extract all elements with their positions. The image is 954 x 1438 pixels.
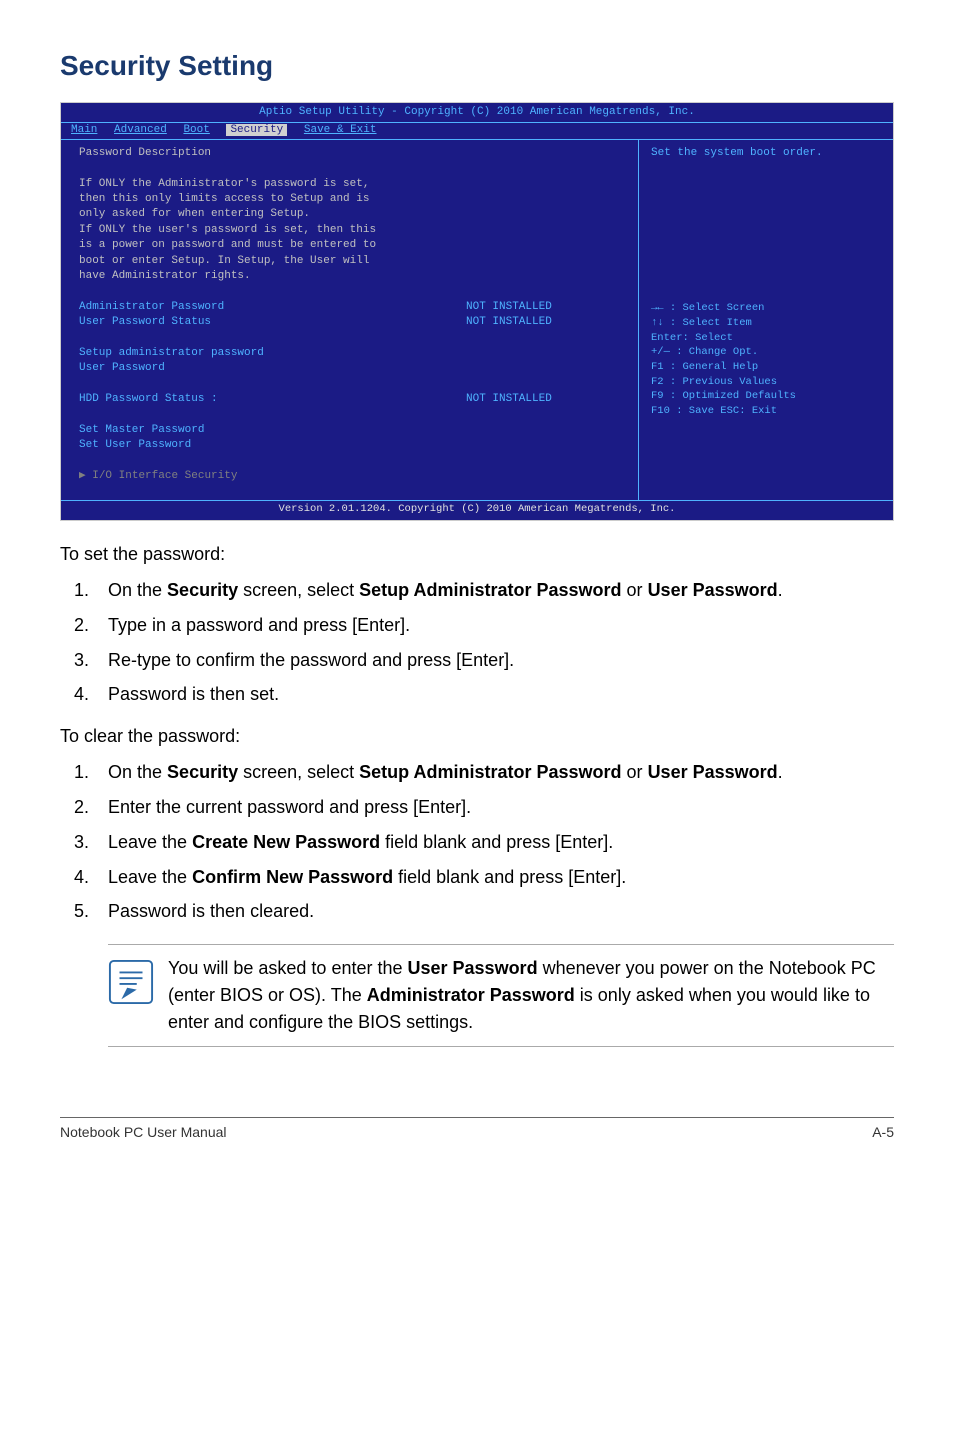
list-item: Enter the current password and press [En… (94, 793, 894, 822)
bios-help-line: F1 : General Help (651, 360, 881, 375)
bios-desc-line: If ONLY the Administrator's password is … (79, 177, 626, 192)
bios-tab-security: Security (226, 124, 287, 136)
bios-row-value: NOT INSTALLED (466, 300, 626, 315)
bios-help-top: Set the system boot order. (651, 146, 881, 161)
bios-row-user-pw: User Password Status NOT INSTALLED (79, 315, 626, 330)
bios-desc-header: Password Description (79, 146, 626, 161)
bios-desc-line: then this only limits access to Setup an… (79, 192, 626, 207)
bios-tab-save-exit: Save & Exit (304, 124, 377, 136)
list-item: Type in a password and press [Enter]. (94, 611, 894, 640)
bios-screenshot: Aptio Setup Utility - Copyright (C) 2010… (60, 102, 894, 521)
bios-row-value: NOT INSTALLED (466, 315, 626, 330)
bios-desc-line: If ONLY the user's password is set, then… (79, 223, 626, 238)
bios-row-admin-pw: Administrator Password NOT INSTALLED (79, 300, 626, 315)
note-box: You will be asked to enter the User Pass… (108, 944, 894, 1047)
bios-titlebar: Aptio Setup Utility - Copyright (C) 2010… (61, 103, 893, 123)
bios-sub-user-pw: User Password (79, 361, 626, 376)
set-pw-intro: To set the password: (60, 541, 894, 568)
bios-footer: Version 2.01.1204. Copyright (C) 2010 Am… (61, 500, 893, 520)
list-item: Leave the Confirm New Password field bla… (94, 863, 894, 892)
bios-help-line: F9 : Optimized Defaults (651, 389, 881, 404)
bios-desc-line: have Administrator rights. (79, 269, 626, 284)
bios-desc-line: only asked for when entering Setup. (79, 207, 626, 222)
bios-row-label: User Password Status (79, 315, 466, 330)
footer-right: A-5 (872, 1124, 894, 1140)
bios-row-value: NOT INSTALLED (466, 392, 626, 407)
list-item: On the Security screen, select Setup Adm… (94, 576, 894, 605)
list-item: Leave the Create New Password field blan… (94, 828, 894, 857)
bios-tab-main: Main (71, 124, 97, 136)
note-text: You will be asked to enter the User Pass… (168, 955, 894, 1036)
bios-help-keys: →← : Select Screen ↑↓ : Select Item Ente… (651, 301, 881, 419)
bios-submenu-io: I/O Interface Security (79, 469, 626, 484)
bios-row-label: HDD Password Status : (79, 392, 466, 407)
bios-set-master: Set Master Password (79, 423, 626, 438)
bios-row-label: Administrator Password (79, 300, 466, 315)
bios-right-pane: Set the system boot order. →← : Select S… (639, 140, 893, 501)
list-item: On the Security screen, select Setup Adm… (94, 758, 894, 787)
bios-help-line: +/— : Change Opt. (651, 345, 881, 360)
bios-help-line: F10 : Save ESC: Exit (651, 404, 881, 419)
bios-help-line: F2 : Previous Values (651, 375, 881, 390)
note-icon (108, 959, 154, 1005)
bios-left-pane: Password Description If ONLY the Adminis… (61, 140, 639, 501)
bios-desc-line: boot or enter Setup. In Setup, the User … (79, 254, 626, 269)
section-heading: Security Setting (60, 50, 894, 82)
set-pw-steps: On the Security screen, select Setup Adm… (60, 576, 894, 709)
clear-pw-steps: On the Security screen, select Setup Adm… (60, 758, 894, 926)
bios-help-line: →← : Select Screen (651, 301, 881, 316)
bios-sub-setup-admin: Setup administrator password (79, 346, 626, 361)
bios-row-hdd: HDD Password Status : NOT INSTALLED (79, 392, 626, 407)
footer-left: Notebook PC User Manual (60, 1124, 227, 1140)
bios-help-line: Enter: Select (651, 331, 881, 346)
bios-help-line: ↑↓ : Select Item (651, 316, 881, 331)
list-item: Password is then cleared. (94, 897, 894, 926)
page-footer: Notebook PC User Manual A-5 (60, 1117, 894, 1140)
bios-tab-boot: Boot (183, 124, 209, 136)
bios-submenu-label: I/O Interface Security (92, 470, 237, 482)
bios-tabs: Main Advanced Boot Security Save & Exit (61, 123, 893, 139)
bios-desc-line: is a power on password and must be enter… (79, 238, 626, 253)
clear-pw-intro: To clear the password: (60, 723, 894, 750)
bios-tab-advanced: Advanced (114, 124, 167, 136)
bios-set-user: Set User Password (79, 438, 626, 453)
list-item: Password is then set. (94, 680, 894, 709)
list-item: Re-type to confirm the password and pres… (94, 646, 894, 675)
